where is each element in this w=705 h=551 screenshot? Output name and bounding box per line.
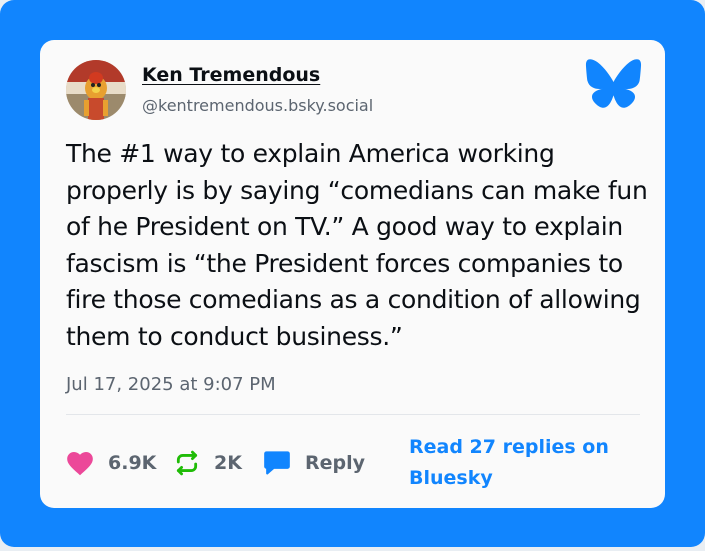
repost-action[interactable]: 2K	[174, 446, 242, 480]
reply-action[interactable]: Reply	[263, 446, 365, 480]
post-card: Ken Tremendous @kentremendous.bsky.socia…	[40, 40, 665, 508]
reply-label: Reply	[305, 452, 366, 474]
avatar-image	[66, 60, 126, 120]
post-timestamp[interactable]: Jul 17, 2025 at 9:07 PM	[66, 374, 276, 395]
author-name[interactable]: Ken Tremendous	[142, 64, 320, 86]
repost-count: 2K	[214, 452, 242, 474]
heart-icon	[66, 450, 94, 476]
embed-frame: Ken Tremendous @kentremendous.bsky.socia…	[0, 0, 705, 547]
speech-bubble-icon	[263, 450, 291, 476]
author-handle: @kentremendous.bsky.social	[142, 96, 374, 115]
repost-icon	[174, 450, 200, 476]
bluesky-butterfly-icon[interactable]	[585, 58, 642, 113]
divider	[66, 414, 640, 415]
read-replies-link[interactable]: Read 27 replies on Bluesky	[409, 432, 619, 494]
post-text: The #1 way to explain America working pr…	[66, 139, 648, 351]
like-count: 6.9K	[108, 452, 157, 474]
like-action[interactable]: 6.9K	[66, 446, 156, 480]
author-avatar[interactable]	[66, 60, 126, 120]
